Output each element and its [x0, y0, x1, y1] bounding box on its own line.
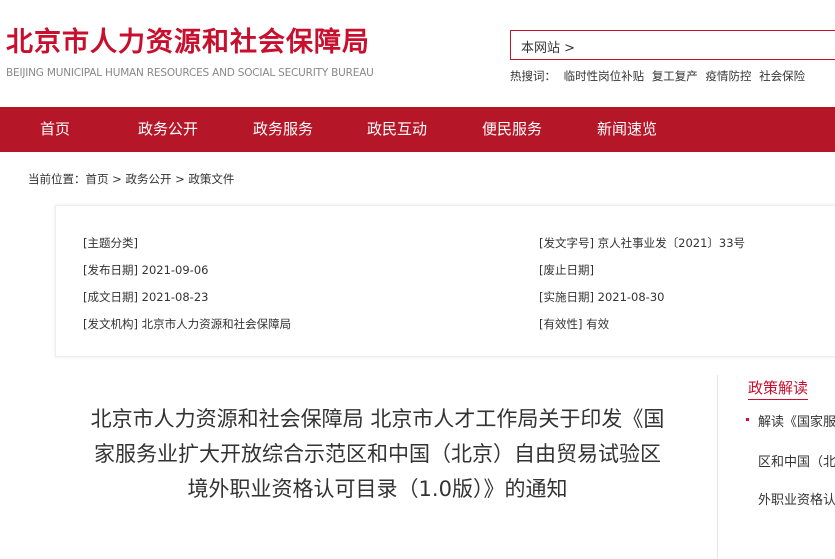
article-title: 北京市人力资源和社会保障局 北京市人才工作局关于印发《国家服务业扩大开放综合示范…: [90, 407, 665, 501]
sidebar-link-line[interactable]: 外职业资格认: [758, 489, 835, 508]
site-logo-subtitle: BEIJING MUNICIPAL HUMAN RESOURCES AND SO…: [6, 67, 374, 79]
nav-item-interaction[interactable]: 政民互动: [367, 107, 427, 152]
nav-item-gov-affairs-open[interactable]: 政务公开: [138, 107, 198, 152]
document-meta-panel: [主题分类] [发布日期] 2021-09-06 [成文日期] 2021-08-…: [55, 205, 835, 357]
hot-word-link[interactable]: 复工复产: [652, 69, 698, 83]
sidebar-divider: [717, 375, 718, 559]
meta-topic: [主题分类]: [83, 236, 138, 250]
breadcrumb[interactable]: 当前位置：首页 > 政务公开 > 政策文件: [28, 171, 234, 187]
hot-word-link[interactable]: 临时性岗位补贴: [564, 69, 645, 83]
meta-validity: [有效性] 有效: [539, 317, 610, 331]
meta-repeal-date: [废止日期]: [539, 263, 594, 277]
hot-word-link[interactable]: 疫情防控: [705, 69, 751, 83]
hot-word-link[interactable]: 社会保险: [759, 69, 805, 83]
sidebar-title[interactable]: 政策解读: [748, 377, 809, 400]
bullet-icon: [746, 418, 749, 421]
nav-item-convenience[interactable]: 便民服务: [482, 107, 542, 152]
meta-publish-date: [发布日期] 2021-09-06: [83, 263, 209, 277]
site-header: 北京市人力资源和社会保障局 BEIJING MUNICIPAL HUMAN RE…: [0, 0, 835, 107]
nav-item-gov-services[interactable]: 政务服务: [253, 107, 313, 152]
hot-search-label: 热搜词：: [510, 69, 556, 83]
nav-item-news[interactable]: 新闻速览: [597, 107, 657, 152]
meta-create-date: [成文日期] 2021-08-23: [83, 290, 209, 304]
main-nav: 首页 政务公开 政务服务 政民互动 便民服务 新闻速览: [0, 107, 835, 152]
site-logo-title[interactable]: 北京市人力资源和社会保障局: [6, 20, 370, 59]
sidebar-link-line[interactable]: 解读《国家服: [758, 411, 835, 430]
meta-issuer: [发文机构] 北京市人力资源和社会保障局: [83, 317, 292, 331]
hot-search-words: 热搜词： 临时性岗位补贴 复工复产 疫情防控 社会保险: [510, 68, 809, 84]
nav-item-home[interactable]: 首页: [40, 107, 70, 152]
meta-doc-number: [发文字号] 京人社事业发〔2021〕33号: [539, 236, 746, 250]
meta-effective-date: [实施日期] 2021-08-30: [539, 290, 665, 304]
sidebar-link-line[interactable]: 区和中国（北: [758, 451, 835, 470]
search-scope-select[interactable]: 本网站 >: [521, 37, 575, 56]
search-input[interactable]: 本网站 >: [510, 30, 835, 60]
